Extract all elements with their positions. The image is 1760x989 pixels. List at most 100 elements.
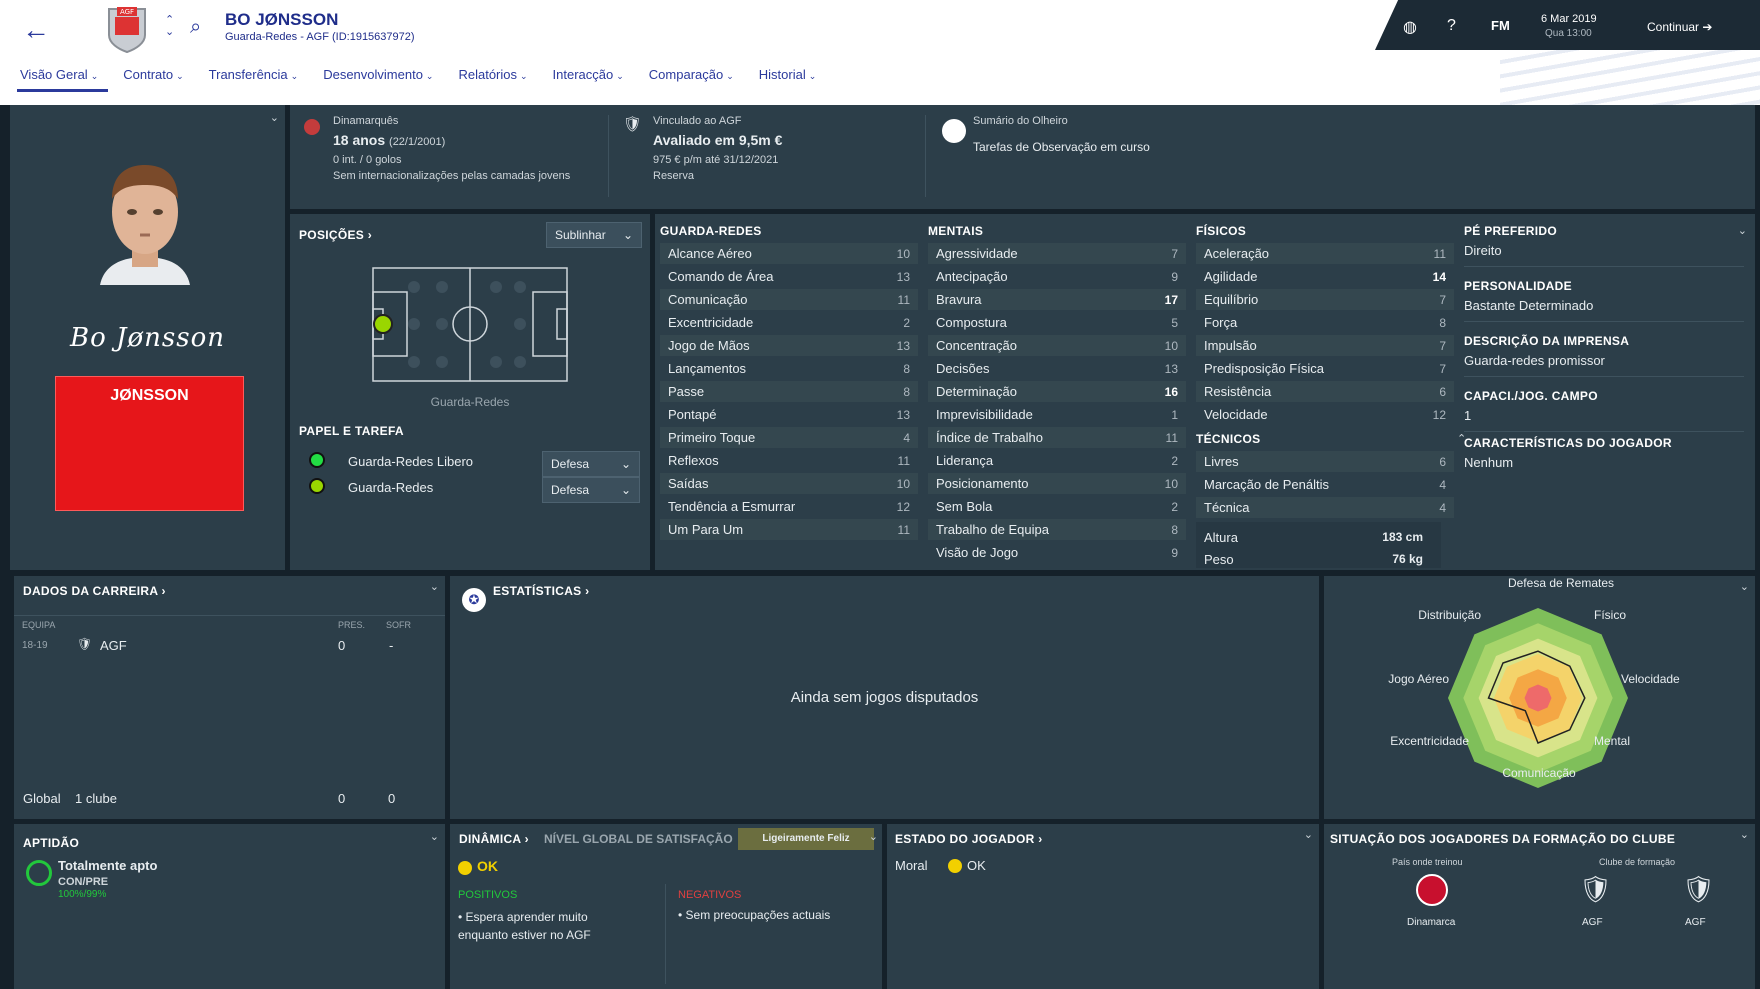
attribute-row[interactable]: Marcação de Penáltis 4 bbox=[1196, 474, 1454, 495]
chevron-down-icon[interactable]: ⌄ bbox=[430, 580, 439, 593]
attribute-row[interactable]: Imprevisibilidade 1 bbox=[928, 404, 1186, 425]
attribute-row[interactable]: Agressividade 7 bbox=[928, 243, 1186, 264]
attribute-row[interactable]: Determinação 16 bbox=[928, 381, 1186, 402]
position-label: Guarda-Redes bbox=[430, 395, 510, 409]
chevron-down-icon[interactable]: ⌄ bbox=[270, 111, 279, 124]
attribute-row[interactable]: Jogo de Mãos 13 bbox=[660, 335, 918, 356]
pitch-diagram bbox=[372, 267, 568, 382]
attribute-name: Bravura bbox=[936, 292, 982, 307]
chevron-down-icon[interactable]: ⌄ bbox=[430, 830, 439, 843]
globe-icon[interactable]: ◍ bbox=[1403, 17, 1417, 37]
attribute-row[interactable]: Primeiro Toque 4 bbox=[660, 427, 918, 448]
attribute-row[interactable]: Visão de Jogo 9 bbox=[928, 542, 1186, 563]
tab-reports[interactable]: Relatórios ⌄ bbox=[458, 67, 527, 82]
attribute-row[interactable]: Velocidade 12 bbox=[1196, 404, 1454, 425]
attribute-row[interactable]: Posicionamento 10 bbox=[928, 473, 1186, 494]
positives-title: POSITIVOS bbox=[458, 889, 518, 901]
no-games-text: Ainda sem jogos disputados bbox=[790, 689, 979, 706]
attribute-value: 12 bbox=[896, 499, 910, 514]
statistics-title[interactable]: ESTATÍSTICAS › bbox=[493, 584, 589, 598]
attribute-name: Técnica bbox=[1204, 500, 1250, 515]
attribute-row[interactable]: Resistência 6 bbox=[1196, 381, 1454, 402]
attribute-row[interactable]: Passe 8 bbox=[660, 381, 918, 402]
next-player-icon[interactable]: ⌄ bbox=[165, 26, 174, 38]
tab-transfer[interactable]: Transferência ⌄ bbox=[209, 67, 299, 82]
attribute-row[interactable]: Trabalho de Equipa 8 bbox=[928, 519, 1186, 540]
attribute-row[interactable]: Bravura 17 bbox=[928, 289, 1186, 310]
attribute-value: 5 bbox=[1171, 315, 1178, 330]
attribute-row[interactable]: Compostura 5 bbox=[928, 312, 1186, 333]
attribute-row[interactable]: Técnica 4 bbox=[1196, 497, 1454, 518]
positions-panel: POSIÇÕES › Sublinhar ⌄ Guarda-Redes PAPEL… bbox=[290, 214, 650, 570]
divider bbox=[1464, 266, 1744, 267]
chevron-down-icon[interactable]: ⌄ bbox=[1738, 224, 1747, 237]
attribute-row[interactable]: Impulsão 7 bbox=[1196, 335, 1454, 356]
attribute-row[interactable]: Decisões 13 bbox=[928, 358, 1186, 379]
attribute-row[interactable]: Força 8 bbox=[1196, 312, 1454, 333]
chevron-down-icon[interactable]: ⌄ bbox=[869, 830, 878, 843]
tab-history[interactable]: Historial ⌄ bbox=[759, 67, 817, 82]
duty-dropdown[interactable]: Defesa ⌄ bbox=[542, 451, 640, 477]
attribute-row[interactable]: Liderança 2 bbox=[928, 450, 1186, 471]
height-label: Altura bbox=[1204, 530, 1238, 545]
attribute-row[interactable]: Agilidade 14 bbox=[1196, 266, 1454, 287]
tab-interaction[interactable]: Interacção ⌄ bbox=[553, 67, 624, 82]
chevron-down-icon[interactable]: ⌄ bbox=[1304, 828, 1313, 841]
highlight-dropdown[interactable]: Sublinhar ⌄ bbox=[546, 222, 642, 248]
search-icon[interactable]: ⌕ bbox=[190, 16, 201, 39]
fm-menu[interactable]: FM bbox=[1491, 18, 1510, 33]
dbu-badge-icon bbox=[1416, 874, 1448, 906]
back-arrow-icon[interactable]: ← bbox=[22, 14, 50, 46]
youth-club-2[interactable]: AGF bbox=[1685, 917, 1706, 928]
attribute-value: 9 bbox=[1171, 545, 1178, 560]
attribute-row[interactable]: Antecipação 9 bbox=[928, 266, 1186, 287]
attribute-name: Equilíbrio bbox=[1204, 292, 1259, 307]
youth-club-1[interactable]: AGF bbox=[1582, 917, 1603, 928]
attribute-row[interactable]: Reflexos 11 bbox=[660, 450, 918, 471]
attribute-row[interactable]: Livres 6 bbox=[1196, 451, 1454, 472]
attribute-row[interactable]: Excentricidade 2 bbox=[660, 312, 918, 333]
attribute-radar-chart bbox=[1448, 608, 1628, 788]
tab-development[interactable]: Desenvolvimento ⌄ bbox=[323, 67, 433, 82]
attribute-name: Resistência bbox=[1204, 384, 1272, 399]
previous-player-icon[interactable]: ⌃ bbox=[165, 14, 174, 26]
role-name[interactable]: Guarda-Redes bbox=[348, 480, 433, 495]
scout-text[interactable]: Tarefas de Observação em curso bbox=[973, 140, 1150, 154]
attribute-row[interactable]: Equilíbrio 7 bbox=[1196, 289, 1454, 310]
tab-comparison[interactable]: Comparação ⌄ bbox=[649, 67, 734, 82]
attribute-name: Antecipação bbox=[936, 269, 1008, 284]
attribute-row[interactable]: Comando de Área 13 bbox=[660, 266, 918, 287]
attribute-row[interactable]: Sem Bola 2 bbox=[928, 496, 1186, 517]
positions-title[interactable]: POSIÇÕES › bbox=[299, 228, 372, 242]
divider bbox=[608, 115, 609, 197]
help-icon[interactable]: ? bbox=[1447, 17, 1456, 35]
tab-overview[interactable]: Visão Geral ⌄ bbox=[16, 67, 109, 92]
player-switch-arrows[interactable]: ⌃ ⌄ bbox=[165, 14, 174, 38]
age-value: 18 anos bbox=[333, 132, 386, 148]
attribute-row[interactable]: Um Para Um 11 bbox=[660, 519, 918, 540]
attribute-row[interactable]: Alcance Aéreo 10 bbox=[660, 243, 918, 264]
tab-contract[interactable]: Contrato ⌄ bbox=[123, 67, 183, 82]
continue-button[interactable]: Continuar ➔ bbox=[1647, 20, 1712, 34]
dynamics-title[interactable]: DINÂMICA › bbox=[459, 832, 529, 846]
attribute-row[interactable]: Tendência a Esmurrar 12 bbox=[660, 496, 918, 517]
bullet-icon: • bbox=[678, 908, 683, 922]
attribute-row[interactable]: Predisposição Física 7 bbox=[1196, 358, 1454, 379]
duty-dropdown[interactable]: Defesa ⌄ bbox=[542, 477, 640, 503]
player-state-title[interactable]: ESTADO DO JOGADOR › bbox=[895, 832, 1043, 846]
attribute-row[interactable]: Concentração 10 bbox=[928, 335, 1186, 356]
table-row[interactable]: 18-19 🛡 AGF 0 - bbox=[14, 636, 445, 656]
attribute-row[interactable]: Índice de Trabalho 11 bbox=[928, 427, 1186, 448]
technical-title: TÉCNICOS bbox=[1196, 432, 1261, 446]
attribute-row[interactable]: Aceleração 11 bbox=[1196, 243, 1454, 264]
attribute-row[interactable]: Pontapé 13 bbox=[660, 404, 918, 425]
attribute-row[interactable]: Comunicação 11 bbox=[660, 289, 918, 310]
team-name[interactable]: AGF bbox=[100, 638, 127, 653]
role-name[interactable]: Guarda-Redes Libero bbox=[348, 454, 473, 469]
career-title[interactable]: DADOS DA CARREIRA › bbox=[23, 584, 166, 598]
attribute-row[interactable]: Saídas 10 bbox=[660, 473, 918, 494]
chevron-down-icon[interactable]: ⌄ bbox=[1740, 828, 1749, 841]
attribute-row[interactable]: Lançamentos 8 bbox=[660, 358, 918, 379]
club-crest-icon[interactable]: AGF bbox=[105, 5, 149, 53]
attribute-name: Visão de Jogo bbox=[936, 545, 1019, 560]
